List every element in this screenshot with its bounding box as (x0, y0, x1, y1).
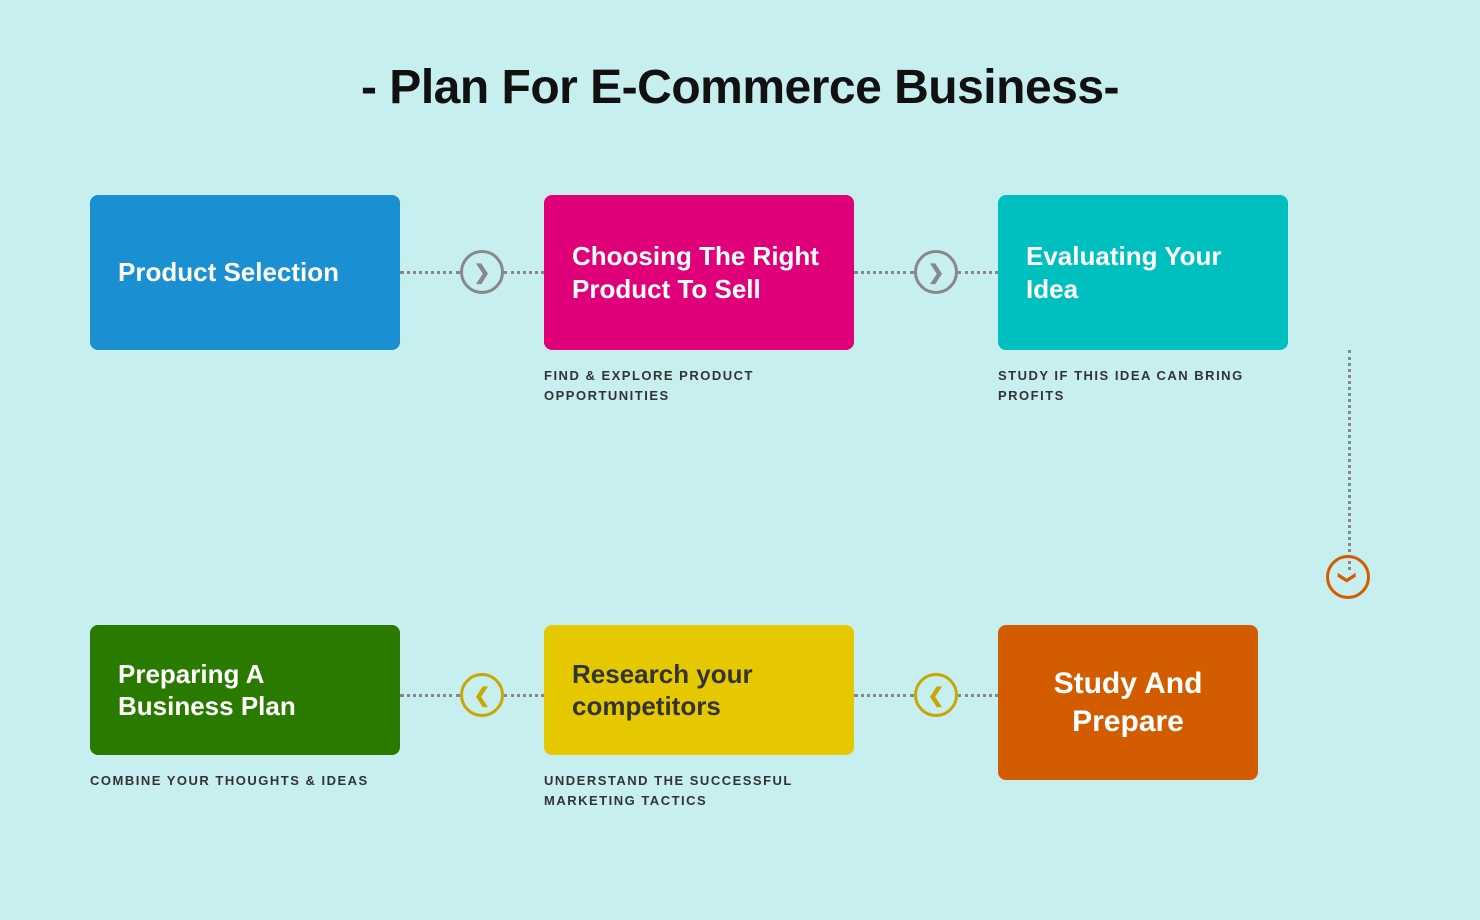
connector-1: ❯ (400, 250, 544, 294)
evaluating-idea-sublabel: STUDY IF THIS IDEA CAN BRING PROFITS (998, 366, 1258, 405)
connector-2: ❯ (854, 250, 998, 294)
right-arrow-icon-1: ❯ (474, 260, 491, 285)
right-arrow-icon-2: ❯ (928, 260, 945, 285)
preparing-plan-box: Preparing A Business Plan (90, 625, 400, 755)
research-competitors-box: Research your competitors (544, 625, 854, 755)
study-prepare-wrap: Study And Prepare (998, 625, 1258, 780)
arrow-circle-3: ❮ (460, 673, 504, 717)
choosing-product-box: Choosing The Right Product To Sell (544, 195, 854, 350)
research-competitors-sublabel: UNDERSTAND THE SUCCESSFUL MARKETING TACT… (544, 771, 834, 810)
dotted-line-2 (854, 271, 914, 274)
dotted-line-2b (958, 271, 998, 274)
evaluating-idea-wrap: Evaluating Your Idea STUDY IF THIS IDEA … (998, 195, 1288, 405)
arrow-circle-4: ❮ (914, 673, 958, 717)
evaluating-idea-box: Evaluating Your Idea (998, 195, 1288, 350)
left-arrow-icon-2: ❮ (928, 683, 945, 708)
connector-3: ❮ (400, 673, 544, 717)
dotted-line-4b (958, 694, 998, 697)
evaluating-idea-label: Evaluating Your Idea (1026, 240, 1260, 305)
dotted-line-1b (504, 271, 544, 274)
down-arrow-icon: ❯ (1338, 569, 1359, 584)
product-selection-wrap: Product Selection (90, 195, 400, 350)
connector-4: ❮ (854, 673, 998, 717)
research-competitors-label: Research your competitors (572, 658, 826, 723)
dotted-line-3b (504, 694, 544, 697)
dotted-line-4 (854, 694, 914, 697)
dotted-line-3 (400, 694, 460, 697)
arrow-circle-1: ❯ (460, 250, 504, 294)
preparing-plan-label: Preparing A Business Plan (118, 658, 372, 723)
preparing-plan-wrap: Preparing A Business Plan COMBINE YOUR T… (90, 625, 400, 791)
choosing-product-sublabel: FIND & EXPLORE PRODUCT OPPORTUNITIES (544, 366, 824, 405)
down-arrow-circle: ❯ (1326, 555, 1370, 599)
choosing-product-label: Choosing The Right Product To Sell (572, 240, 826, 305)
study-prepare-box: Study And Prepare (998, 625, 1258, 780)
dotted-line-1 (400, 271, 460, 274)
page-title: - Plan For E-Commerce Business- (361, 60, 1119, 115)
research-competitors-wrap: Research your competitors UNDERSTAND THE… (544, 625, 854, 810)
left-arrow-icon-1: ❮ (474, 683, 491, 708)
product-selection-box: Product Selection (90, 195, 400, 350)
product-selection-label: Product Selection (118, 256, 339, 289)
arrow-circle-2: ❯ (914, 250, 958, 294)
choosing-product-wrap: Choosing The Right Product To Sell FIND … (544, 195, 854, 405)
vertical-line (1348, 350, 1351, 570)
study-prepare-label: Study And Prepare (1026, 665, 1230, 740)
preparing-plan-sublabel: COMBINE YOUR THOUGHTS & IDEAS (90, 771, 370, 791)
